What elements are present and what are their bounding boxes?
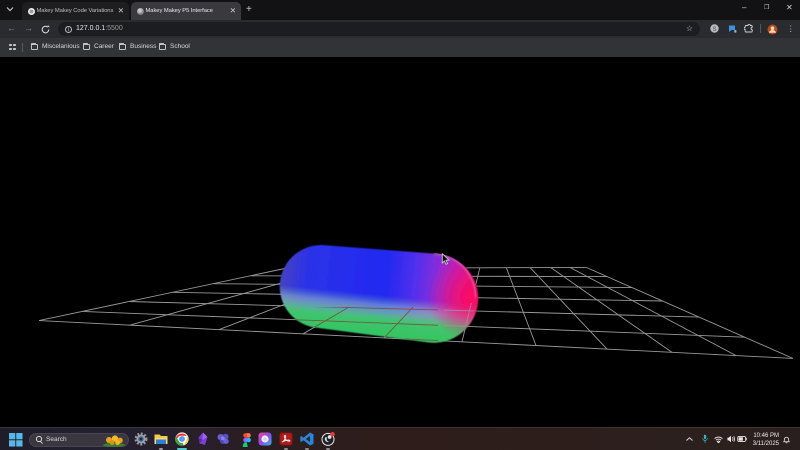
svg-text:S: S: [712, 26, 716, 32]
